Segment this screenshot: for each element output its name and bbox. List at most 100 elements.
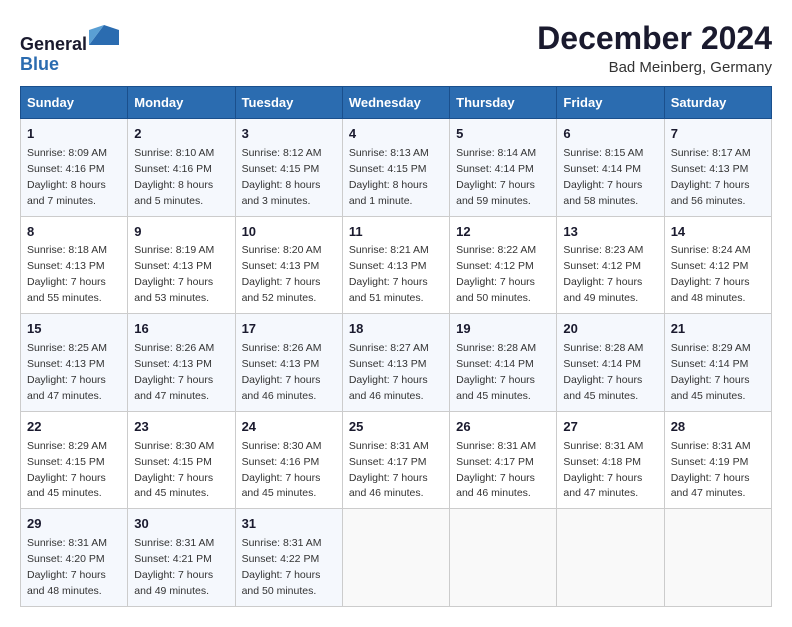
col-header-wednesday: Wednesday: [342, 87, 449, 119]
col-header-sunday: Sunday: [21, 87, 128, 119]
day-number: 28: [671, 418, 765, 437]
calendar-cell: 1 Sunrise: 8:09 AM Sunset: 4:16 PM Dayli…: [21, 119, 128, 217]
col-header-thursday: Thursday: [450, 87, 557, 119]
day-info: Sunrise: 8:28 AM Sunset: 4:14 PM Dayligh…: [563, 342, 643, 402]
day-info: Sunrise: 8:28 AM Sunset: 4:14 PM Dayligh…: [456, 342, 536, 402]
day-number: 26: [456, 418, 550, 437]
calendar-week-1: 1 Sunrise: 8:09 AM Sunset: 4:16 PM Dayli…: [21, 119, 772, 217]
calendar-week-5: 29 Sunrise: 8:31 AM Sunset: 4:20 PM Dayl…: [21, 509, 772, 607]
day-info: Sunrise: 8:26 AM Sunset: 4:13 PM Dayligh…: [134, 342, 214, 402]
day-info: Sunrise: 8:21 AM Sunset: 4:13 PM Dayligh…: [349, 244, 429, 304]
day-number: 10: [242, 223, 336, 242]
calendar-cell: 21 Sunrise: 8:29 AM Sunset: 4:14 PM Dayl…: [664, 314, 771, 412]
day-info: Sunrise: 8:15 AM Sunset: 4:14 PM Dayligh…: [563, 147, 643, 207]
calendar-cell: 13 Sunrise: 8:23 AM Sunset: 4:12 PM Dayl…: [557, 216, 664, 314]
calendar-cell: [557, 509, 664, 607]
calendar-cell: 2 Sunrise: 8:10 AM Sunset: 4:16 PM Dayli…: [128, 119, 235, 217]
day-info: Sunrise: 8:14 AM Sunset: 4:14 PM Dayligh…: [456, 147, 536, 207]
day-number: 9: [134, 223, 228, 242]
day-number: 4: [349, 125, 443, 144]
day-info: Sunrise: 8:27 AM Sunset: 4:13 PM Dayligh…: [349, 342, 429, 402]
day-info: Sunrise: 8:26 AM Sunset: 4:13 PM Dayligh…: [242, 342, 322, 402]
calendar-cell: 3 Sunrise: 8:12 AM Sunset: 4:15 PM Dayli…: [235, 119, 342, 217]
day-info: Sunrise: 8:24 AM Sunset: 4:12 PM Dayligh…: [671, 244, 751, 304]
calendar-cell: 26 Sunrise: 8:31 AM Sunset: 4:17 PM Dayl…: [450, 411, 557, 509]
day-number: 25: [349, 418, 443, 437]
day-number: 1: [27, 125, 121, 144]
day-info: Sunrise: 8:12 AM Sunset: 4:15 PM Dayligh…: [242, 147, 322, 207]
day-info: Sunrise: 8:31 AM Sunset: 4:22 PM Dayligh…: [242, 537, 322, 597]
calendar-header-row: SundayMondayTuesdayWednesdayThursdayFrid…: [21, 87, 772, 119]
col-header-monday: Monday: [128, 87, 235, 119]
calendar-cell: 17 Sunrise: 8:26 AM Sunset: 4:13 PM Dayl…: [235, 314, 342, 412]
calendar-cell: 27 Sunrise: 8:31 AM Sunset: 4:18 PM Dayl…: [557, 411, 664, 509]
logo-text: General Blue: [20, 20, 119, 75]
day-info: Sunrise: 8:20 AM Sunset: 4:13 PM Dayligh…: [242, 244, 322, 304]
calendar-cell: 16 Sunrise: 8:26 AM Sunset: 4:13 PM Dayl…: [128, 314, 235, 412]
day-number: 16: [134, 320, 228, 339]
calendar-cell: 5 Sunrise: 8:14 AM Sunset: 4:14 PM Dayli…: [450, 119, 557, 217]
day-info: Sunrise: 8:10 AM Sunset: 4:16 PM Dayligh…: [134, 147, 214, 207]
day-number: 24: [242, 418, 336, 437]
day-number: 21: [671, 320, 765, 339]
day-number: 15: [27, 320, 121, 339]
day-info: Sunrise: 8:31 AM Sunset: 4:21 PM Dayligh…: [134, 537, 214, 597]
day-number: 5: [456, 125, 550, 144]
day-info: Sunrise: 8:25 AM Sunset: 4:13 PM Dayligh…: [27, 342, 107, 402]
calendar-cell: [664, 509, 771, 607]
day-number: 23: [134, 418, 228, 437]
day-number: 8: [27, 223, 121, 242]
calendar-cell: 28 Sunrise: 8:31 AM Sunset: 4:19 PM Dayl…: [664, 411, 771, 509]
day-number: 29: [27, 515, 121, 534]
col-header-saturday: Saturday: [664, 87, 771, 119]
day-info: Sunrise: 8:22 AM Sunset: 4:12 PM Dayligh…: [456, 244, 536, 304]
day-number: 27: [563, 418, 657, 437]
day-info: Sunrise: 8:09 AM Sunset: 4:16 PM Dayligh…: [27, 147, 107, 207]
calendar-cell: 15 Sunrise: 8:25 AM Sunset: 4:13 PM Dayl…: [21, 314, 128, 412]
col-header-tuesday: Tuesday: [235, 87, 342, 119]
calendar-cell: 10 Sunrise: 8:20 AM Sunset: 4:13 PM Dayl…: [235, 216, 342, 314]
calendar-cell: 18 Sunrise: 8:27 AM Sunset: 4:13 PM Dayl…: [342, 314, 449, 412]
day-number: 19: [456, 320, 550, 339]
calendar-cell: 14 Sunrise: 8:24 AM Sunset: 4:12 PM Dayl…: [664, 216, 771, 314]
calendar-cell: 22 Sunrise: 8:29 AM Sunset: 4:15 PM Dayl…: [21, 411, 128, 509]
calendar-cell: 12 Sunrise: 8:22 AM Sunset: 4:12 PM Dayl…: [450, 216, 557, 314]
calendar-cell: [342, 509, 449, 607]
day-number: 31: [242, 515, 336, 534]
day-info: Sunrise: 8:31 AM Sunset: 4:20 PM Dayligh…: [27, 537, 107, 597]
day-number: 22: [27, 418, 121, 437]
location-subtitle: Bad Meinberg, Germany: [537, 59, 772, 76]
day-info: Sunrise: 8:17 AM Sunset: 4:13 PM Dayligh…: [671, 147, 751, 207]
day-number: 6: [563, 125, 657, 144]
day-info: Sunrise: 8:31 AM Sunset: 4:18 PM Dayligh…: [563, 440, 643, 500]
calendar-cell: 23 Sunrise: 8:30 AM Sunset: 4:15 PM Dayl…: [128, 411, 235, 509]
calendar-table: SundayMondayTuesdayWednesdayThursdayFrid…: [20, 86, 772, 607]
calendar-week-3: 15 Sunrise: 8:25 AM Sunset: 4:13 PM Dayl…: [21, 314, 772, 412]
calendar-cell: 11 Sunrise: 8:21 AM Sunset: 4:13 PM Dayl…: [342, 216, 449, 314]
calendar-cell: 25 Sunrise: 8:31 AM Sunset: 4:17 PM Dayl…: [342, 411, 449, 509]
day-number: 14: [671, 223, 765, 242]
logo: General Blue: [20, 20, 119, 75]
day-number: 17: [242, 320, 336, 339]
day-info: Sunrise: 8:31 AM Sunset: 4:19 PM Dayligh…: [671, 440, 751, 500]
calendar-cell: 6 Sunrise: 8:15 AM Sunset: 4:14 PM Dayli…: [557, 119, 664, 217]
day-info: Sunrise: 8:29 AM Sunset: 4:14 PM Dayligh…: [671, 342, 751, 402]
logo-icon: [89, 20, 119, 50]
day-number: 11: [349, 223, 443, 242]
page-header: General Blue December 2024 Bad Meinberg,…: [20, 20, 772, 76]
day-info: Sunrise: 8:13 AM Sunset: 4:15 PM Dayligh…: [349, 147, 429, 207]
day-info: Sunrise: 8:19 AM Sunset: 4:13 PM Dayligh…: [134, 244, 214, 304]
day-info: Sunrise: 8:30 AM Sunset: 4:15 PM Dayligh…: [134, 440, 214, 500]
day-number: 7: [671, 125, 765, 144]
title-block: December 2024 Bad Meinberg, Germany: [537, 20, 772, 76]
calendar-cell: 24 Sunrise: 8:30 AM Sunset: 4:16 PM Dayl…: [235, 411, 342, 509]
day-number: 2: [134, 125, 228, 144]
calendar-cell: [450, 509, 557, 607]
calendar-cell: 7 Sunrise: 8:17 AM Sunset: 4:13 PM Dayli…: [664, 119, 771, 217]
day-number: 3: [242, 125, 336, 144]
calendar-cell: 20 Sunrise: 8:28 AM Sunset: 4:14 PM Dayl…: [557, 314, 664, 412]
day-number: 18: [349, 320, 443, 339]
day-info: Sunrise: 8:29 AM Sunset: 4:15 PM Dayligh…: [27, 440, 107, 500]
day-number: 20: [563, 320, 657, 339]
calendar-cell: 8 Sunrise: 8:18 AM Sunset: 4:13 PM Dayli…: [21, 216, 128, 314]
